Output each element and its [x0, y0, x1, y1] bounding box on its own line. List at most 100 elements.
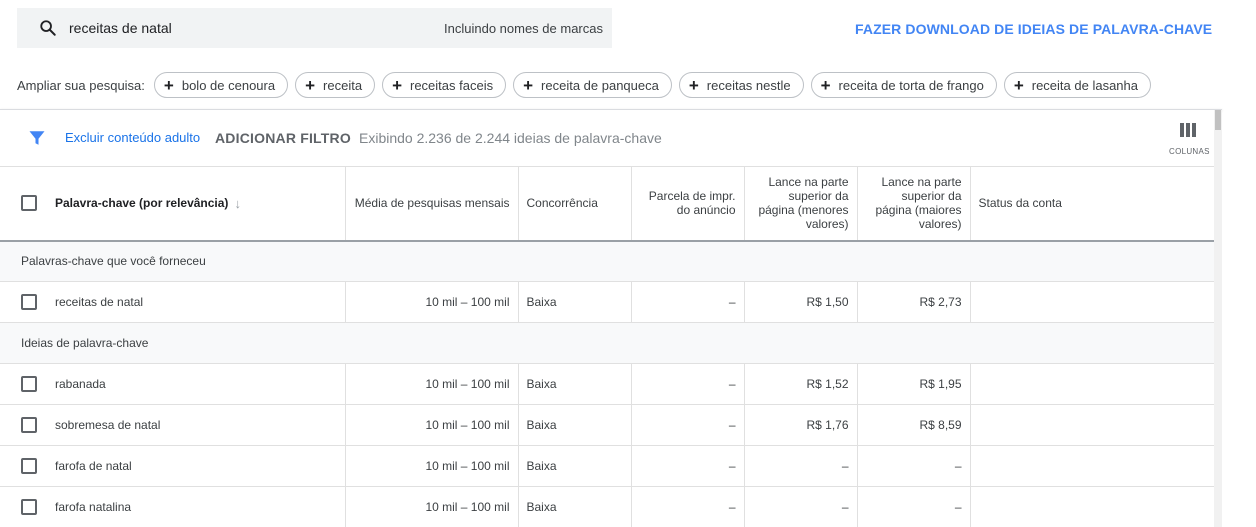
broaden-search: Ampliar sua pesquisa: + bolo de cenoura +… [17, 72, 1158, 98]
table-row[interactable]: farofa de natal 10 mil – 100 mil Baixa –… [0, 445, 1214, 487]
download-ideas-button[interactable]: FAZER DOWNLOAD DE IDEIAS DE PALAVRA-CHAV… [855, 21, 1212, 37]
plus-icon: + [1013, 75, 1024, 95]
broaden-chip[interactable]: + receitas faceis [382, 72, 507, 98]
broaden-chip[interactable]: + receita de torta de frango [810, 72, 997, 98]
bid-low-cell: R$ 1,76 [744, 404, 858, 446]
status-cell [970, 486, 1214, 527]
keyword-table: Palavra-chave (por relevância) ↓ Média de… [0, 166, 1214, 527]
plus-icon: + [392, 75, 402, 95]
keyword-table-area: Excluir conteúdo adulto ADICIONAR FILTRO… [0, 110, 1222, 527]
impr-share-column-header[interactable]: Parcela de impr. do anúncio [631, 166, 745, 242]
brands-option[interactable]: Incluindo nomes de marcas [444, 21, 603, 36]
impr-share-cell: – [631, 363, 745, 405]
status-column-header[interactable]: Status da conta [970, 166, 1214, 242]
select-all-checkbox[interactable] [21, 195, 37, 212]
results-count: Exibindo 2.236 de 2.244 ideias de palavr… [359, 130, 662, 146]
impr-share-cell: – [631, 404, 745, 446]
competition-cell: Baixa [518, 404, 632, 446]
bid-low-cell: – [744, 486, 858, 527]
table-row[interactable]: rabanada 10 mil – 100 mil Baixa – R$ 1,5… [0, 363, 1214, 405]
bid-high-cell: – [857, 486, 971, 527]
status-cell [970, 363, 1214, 405]
keyword-text: rabanada [55, 377, 106, 391]
broaden-chip[interactable]: + receita [295, 72, 376, 98]
keyword-cell: receitas de natal [0, 281, 346, 323]
filter-icon[interactable] [28, 129, 46, 147]
group-provided-label: Palavras-chave que você forneceu [0, 240, 1214, 282]
searches-cell: 10 mil – 100 mil [345, 363, 519, 405]
row-checkbox[interactable] [21, 376, 37, 392]
competition-cell: Baixa [518, 281, 632, 323]
chip-label: receita de panqueca [541, 77, 659, 93]
keyword-cell: farofa natalina [0, 486, 346, 527]
bid-high-cell: R$ 1,95 [857, 363, 971, 405]
add-filter-button[interactable]: ADICIONAR FILTRO [215, 130, 351, 146]
scrollbar-thumb[interactable] [1215, 110, 1221, 130]
group-ideas-label: Ideias de palavra-chave [0, 322, 1214, 364]
status-cell [970, 445, 1214, 487]
keyword-cell: sobremesa de natal [0, 404, 346, 446]
bid-low-cell: – [744, 445, 858, 487]
filter-bar: Excluir conteúdo adulto ADICIONAR FILTRO… [0, 110, 1214, 166]
competition-cell: Baixa [518, 486, 632, 527]
competition-column-header[interactable]: Concorrência [518, 166, 632, 242]
searches-cell: 10 mil – 100 mil [345, 404, 519, 446]
search-box[interactable]: receitas de natal Incluindo nomes de mar… [17, 8, 612, 48]
broaden-label: Ampliar sua pesquisa: [17, 77, 145, 93]
chip-label: bolo de cenoura [181, 77, 276, 93]
broaden-chip[interactable]: + bolo de cenoura [153, 72, 289, 98]
keyword-cell: farofa de natal [0, 445, 346, 487]
table-row[interactable]: sobremesa de natal 10 mil – 100 mil Baix… [0, 404, 1214, 446]
columns-label[interactable]: COLUNAS [1169, 147, 1210, 156]
table-row[interactable]: farofa natalina 10 mil – 100 mil Baixa –… [0, 486, 1214, 527]
bid-low-cell: R$ 1,52 [744, 363, 858, 405]
columns-icon[interactable] [1180, 123, 1196, 137]
arrow-down-icon[interactable]: ↓ [234, 196, 241, 211]
keyword-text: receitas de natal [55, 295, 144, 309]
chip-label: receitas nestle [706, 77, 791, 93]
searches-cell: 10 mil – 100 mil [345, 281, 519, 323]
bid-high-cell: R$ 8,59 [857, 404, 971, 446]
plus-icon: + [305, 75, 316, 95]
keyword-text: farofa natalina [55, 500, 132, 514]
bid-high-cell: – [857, 445, 971, 487]
table-row[interactable]: receitas de natal 10 mil – 100 mil Baixa… [0, 281, 1214, 323]
keyword-column-header[interactable]: Palavra-chave (por relevância) ↓ [0, 166, 346, 242]
impr-share-cell: – [631, 281, 745, 323]
broaden-chip[interactable]: + receita de panqueca [513, 72, 672, 98]
group-header-row: Ideias de palavra-chave [0, 322, 1214, 364]
scrollbar[interactable] [1214, 110, 1222, 527]
plus-icon: + [523, 75, 534, 95]
bid-low-column-header[interactable]: Lance na parte superior da página (menor… [744, 166, 858, 242]
bid-low-cell: R$ 1,50 [744, 281, 858, 323]
searches-cell: 10 mil – 100 mil [345, 486, 519, 527]
impr-share-cell: – [631, 445, 745, 487]
chip-label: receita [323, 77, 363, 93]
searches-cell: 10 mil – 100 mil [345, 445, 519, 487]
competition-cell: Baixa [518, 363, 632, 405]
plus-icon: + [163, 75, 174, 95]
searches-column-header[interactable]: Média de pesquisas mensais [345, 166, 519, 242]
bid-high-cell: R$ 2,73 [857, 281, 971, 323]
bid-high-column-header[interactable]: Lance na parte superior da página (maior… [857, 166, 971, 242]
exclude-adult-filter[interactable]: Excluir conteúdo adulto [65, 130, 200, 145]
row-checkbox[interactable] [21, 458, 37, 474]
search-query[interactable]: receitas de natal [69, 20, 172, 36]
table-header-row: Palavra-chave (por relevância) ↓ Média de… [0, 166, 1214, 242]
keyword-text: sobremesa de natal [55, 418, 161, 432]
top-bar: receitas de natal Incluindo nomes de mar… [0, 0, 1256, 110]
row-checkbox[interactable] [21, 294, 37, 310]
chip-label: receita de lasanha [1031, 77, 1138, 93]
row-checkbox[interactable] [21, 417, 37, 433]
keyword-header-label: Palavra-chave (por relevância) [55, 196, 229, 211]
status-cell [970, 404, 1214, 446]
chip-label: receita de torta de frango [838, 77, 984, 93]
plus-icon: + [688, 75, 699, 95]
impr-share-cell: – [631, 486, 745, 527]
search-icon [40, 20, 56, 36]
status-cell [970, 281, 1214, 323]
broaden-chip[interactable]: + receitas nestle [678, 72, 804, 98]
broaden-chip[interactable]: + receita de lasanha [1003, 72, 1151, 98]
keyword-text: farofa de natal [55, 459, 132, 473]
row-checkbox[interactable] [21, 499, 37, 515]
